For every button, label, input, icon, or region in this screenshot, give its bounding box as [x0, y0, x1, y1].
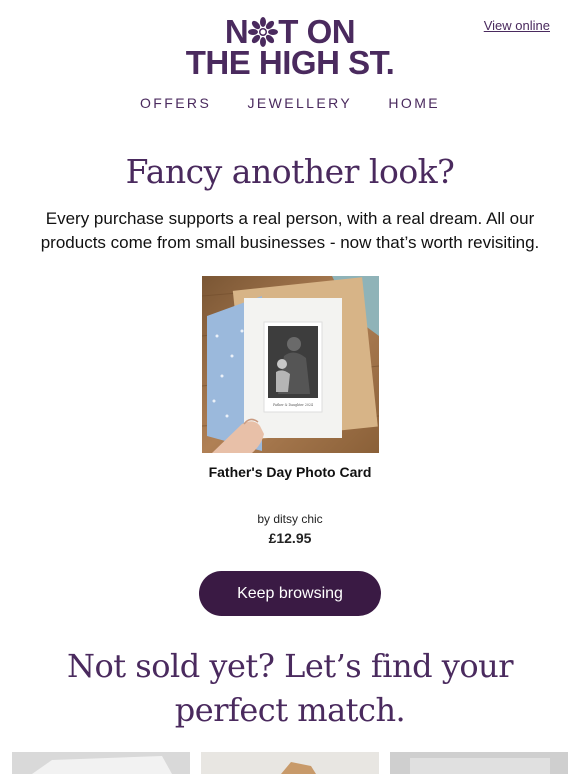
thumbnail-image — [390, 752, 568, 774]
logo-line-1: NT ON — [224, 13, 356, 50]
product-seller: by ditsy chic — [257, 512, 323, 526]
product-thumbnail-2[interactable] — [201, 752, 379, 774]
card-caption: Father & Daughter 2024 — [273, 403, 313, 407]
thumbnail-image — [201, 752, 379, 774]
nav-item-offers[interactable]: OFFERS — [140, 95, 211, 111]
thumbnail-image — [12, 752, 190, 774]
product-image[interactable]: Father & Daughter 2024 — [202, 276, 379, 453]
product-photo: Father & Daughter 2024 — [202, 276, 379, 453]
nav-item-jewellery[interactable]: JEWELLERY — [247, 95, 352, 111]
top-nav: OFFERS JEWELLERY HOME — [0, 95, 580, 111]
flower-icon — [248, 17, 279, 47]
product-price: £12.95 — [268, 530, 312, 546]
product-thumbnail-3[interactable] — [390, 752, 568, 774]
product-thumbnail-1[interactable] — [12, 752, 190, 774]
logo-line-2: THE HIGH ST. — [185, 44, 395, 81]
product-name[interactable]: Father's Day Photo Card — [0, 464, 580, 480]
hero-subtext: Every purchase supports a real person, w… — [40, 209, 540, 252]
page-headline: Fancy another look? — [125, 152, 455, 191]
brand-logo[interactable]: NT ON THE HIGH ST. — [0, 13, 580, 81]
keep-browsing-button[interactable]: Keep browsing — [199, 571, 381, 616]
nav-item-home[interactable]: HOME — [388, 95, 440, 111]
section-headline: Not sold yet? Let’s find your perfect ma… — [67, 647, 513, 729]
